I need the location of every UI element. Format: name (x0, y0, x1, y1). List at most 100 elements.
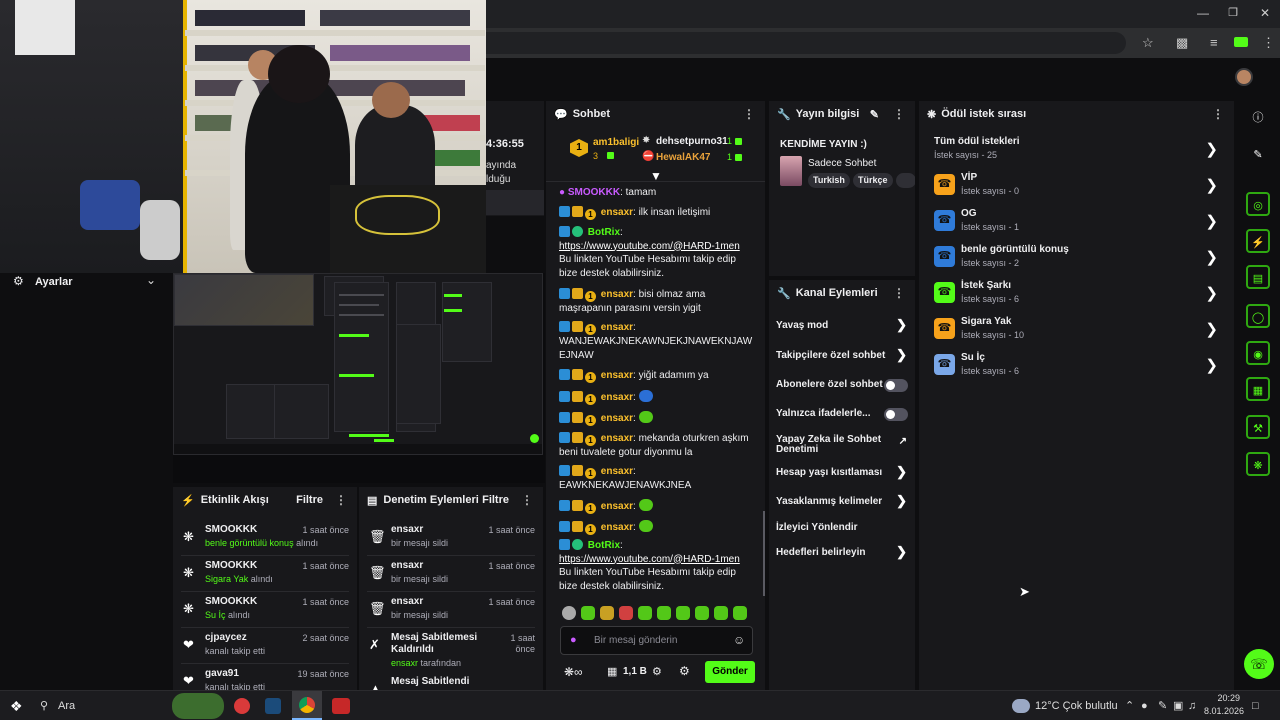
subscribers-only-toggle[interactable] (884, 379, 908, 392)
emote-icon[interactable] (657, 606, 671, 620)
steam-icon[interactable] (265, 698, 281, 714)
emote-picker-row[interactable] (562, 606, 752, 623)
volume-icon[interactable]: ♫ (1188, 696, 1196, 716)
clock-time[interactable]: 20:29 (1204, 693, 1240, 703)
chat-message[interactable]: 1 ensaxr: WANJEWAKJNEKAWNJEKJNAWEKNJAWEJ… (559, 321, 754, 362)
camera-icon[interactable]: ◎ (1246, 192, 1270, 216)
emote-icon[interactable] (676, 606, 690, 620)
extension-badge-icon[interactable] (1234, 37, 1248, 47)
chat-message[interactable]: 1 ensaxr: (559, 499, 754, 514)
stream-tag[interactable]: Türkçe (853, 173, 893, 188)
activity-filter-button[interactable]: Filtre (296, 494, 323, 506)
all-rewards-item[interactable]: Tüm ödül istekleri İstek sayısı - 25 ❯ (919, 131, 1234, 167)
activity-item[interactable]: ❋ SMOOKKK 1 saat önce Sigara Yak alındı (173, 557, 357, 593)
moderation-item[interactable]: 🗑 ensaxr 1 saat önce bir mesajı sildi (359, 593, 543, 629)
leaderboard-user[interactable]: HewalAK47 (656, 152, 710, 163)
browser-menu-icon[interactable]: ⋮ (1262, 35, 1275, 51)
chat-link[interactable]: https://www.youtube.com/@HARD-1men (559, 554, 740, 565)
chat-message[interactable]: 1 ensaxr: yiğit adamım ya (559, 369, 754, 383)
chat-message[interactable]: 1 ensaxr: bisi olmaz ama maşrapanın para… (559, 288, 754, 316)
taskbar-search[interactable]: Ara (58, 696, 75, 716)
chat-message[interactable]: BotRix: https://www.youtube.com/@HARD-1m… (559, 226, 754, 280)
media-icon[interactable]: ≡ (1210, 35, 1218, 50)
stream-tag[interactable]: Turkish (808, 173, 850, 188)
moderation-item[interactable]: ✗ Mesaj Sabitlemesi Kaldırıldı 1 saat ön… (359, 629, 543, 669)
lightning-icon[interactable]: ⚡ (1246, 229, 1270, 253)
chat-message[interactable]: 1 ensaxr: (559, 390, 754, 405)
emote-icon[interactable] (714, 606, 728, 620)
app-icon[interactable] (332, 698, 350, 714)
edit-icon[interactable]: ✎ (1246, 143, 1270, 167)
chat-message[interactable]: 1 ensaxr: ilk insan iletişimi (559, 206, 754, 220)
emote-icon[interactable] (638, 606, 652, 620)
pen-icon[interactable]: ✎ (1158, 696, 1167, 716)
reward-item[interactable]: ☎ İstek Şarkı İstek sayısı - 6 ❯ (919, 275, 1234, 311)
activity-item[interactable]: ❋ SMOOKKK 1 saat önce benle görüntülü ko… (173, 521, 357, 557)
stream-category[interactable]: Sadece Sohbet (808, 158, 876, 169)
notification-icon[interactable]: □ (1252, 696, 1259, 716)
app-icon[interactable] (234, 698, 250, 714)
send-button[interactable]: Gönder (705, 661, 755, 683)
mic-icon[interactable]: ● (1141, 696, 1148, 716)
moderation-filter-button[interactable]: Filtre (482, 494, 509, 506)
emote-icon[interactable] (581, 606, 595, 620)
clock-date[interactable]: 8.01.2026 (1204, 706, 1244, 716)
edit-icon[interactable]: ✎ (870, 108, 879, 121)
chat-message[interactable]: ● SMOOKKK: tamam (559, 186, 754, 200)
address-bar[interactable] (486, 32, 1126, 54)
rewards-icon[interactable]: ❋∞ (564, 665, 583, 679)
reward-item[interactable]: ☎ OG İstek sayısı - 1 ❯ (919, 203, 1234, 239)
document-icon[interactable]: ▤ (1246, 265, 1270, 289)
moderation-item[interactable]: ▲ Mesaj Sabitlendi (359, 673, 543, 690)
chat-message[interactable]: BotRix: https://www.youtube.com/@HARD-1m… (559, 539, 754, 593)
leaderboard-user[interactable]: dehsetpurno31 (656, 136, 728, 147)
chat-message[interactable]: 1 ensaxr: mekanda oturkren aşkım beni tu… (559, 432, 754, 460)
mic-icon[interactable]: ● (570, 634, 577, 646)
gear-icon[interactable]: ⚙ (652, 665, 662, 678)
chat-message[interactable]: 1 ensaxr: (559, 520, 754, 535)
moderation-item[interactable]: 🗑 ensaxr 1 saat önce bir mesajı sildi (359, 521, 543, 557)
weather-icon[interactable] (1012, 699, 1030, 713)
activity-item[interactable]: ❋ SMOOKKK 1 saat önce Su İç alındı (173, 593, 357, 629)
moderation-item[interactable]: 🗑 ensaxr 1 saat önce bir mesajı sildi (359, 557, 543, 593)
stream-preview[interactable] (173, 273, 543, 455)
more-icon[interactable]: ⋮ (1210, 107, 1226, 121)
layout-icon[interactable]: ▦ (1246, 377, 1270, 401)
more-icon[interactable]: ⋮ (891, 286, 907, 300)
reward-item[interactable]: ☎ VİP İstek sayısı - 0 ❯ (919, 167, 1234, 203)
category-thumbnail[interactable] (780, 156, 802, 186)
close-icon[interactable]: ✕ (1250, 6, 1280, 20)
chevron-up-icon[interactable]: ⌃ (1125, 696, 1134, 716)
chat-link[interactable]: https://www.youtube.com/@HARD-1men (559, 241, 740, 252)
store-icon[interactable]: ▦ (607, 665, 617, 678)
minimize-icon[interactable]: — (1188, 6, 1218, 20)
info-icon[interactable]: ⓘ (1246, 106, 1270, 130)
more-icon[interactable]: ⋮ (741, 107, 757, 121)
bot-icon[interactable]: ⚙ (679, 664, 690, 678)
stream-tag-overflow[interactable] (896, 173, 915, 188)
chat-scrollbar[interactable] (763, 511, 765, 596)
reward-item[interactable]: ☎ Su İç İstek sayısı - 6 ❯ (919, 347, 1234, 383)
more-icon[interactable]: ⋮ (519, 493, 535, 507)
chat-bubble-icon[interactable]: ◯ (1246, 304, 1270, 328)
chrome-taskbar-button[interactable] (292, 691, 322, 720)
maximize-icon[interactable]: ❐ (1218, 6, 1248, 19)
emoji-icon[interactable]: ☺ (733, 633, 745, 647)
reward-item[interactable]: ☎ benle görüntülü konuş İstek sayısı - 2… (919, 239, 1234, 275)
emote-icon[interactable] (600, 606, 614, 620)
emote-icon[interactable] (733, 606, 747, 620)
search-icon[interactable]: ⚲ (40, 696, 48, 716)
activity-item[interactable]: ❤ gava91 19 saat önce kanalı takip etti (173, 665, 357, 690)
emote-only-toggle[interactable] (884, 408, 908, 421)
emote-icon[interactable] (695, 606, 709, 620)
bookmark-star-icon[interactable]: ☆ (1142, 35, 1154, 51)
windows-start-icon[interactable]: ❖ (10, 696, 23, 716)
search-highlight-image[interactable] (172, 693, 224, 719)
reward-icon[interactable]: ❋ (1246, 452, 1270, 476)
chat-message[interactable]: 1 ensaxr: EAWKNEKAWJENAWKJNEA (559, 465, 754, 493)
chevron-down-icon[interactable]: ⌄ (146, 273, 156, 287)
extensions-icon[interactable]: ▩ (1176, 35, 1188, 51)
broadcast-icon[interactable]: ◉ (1246, 341, 1270, 365)
reward-item[interactable]: ☎ Sigara Yak İstek sayısı - 10 ❯ (919, 311, 1234, 347)
chat-input[interactable]: ● Bir mesaj gönderin ☺ (560, 626, 753, 655)
